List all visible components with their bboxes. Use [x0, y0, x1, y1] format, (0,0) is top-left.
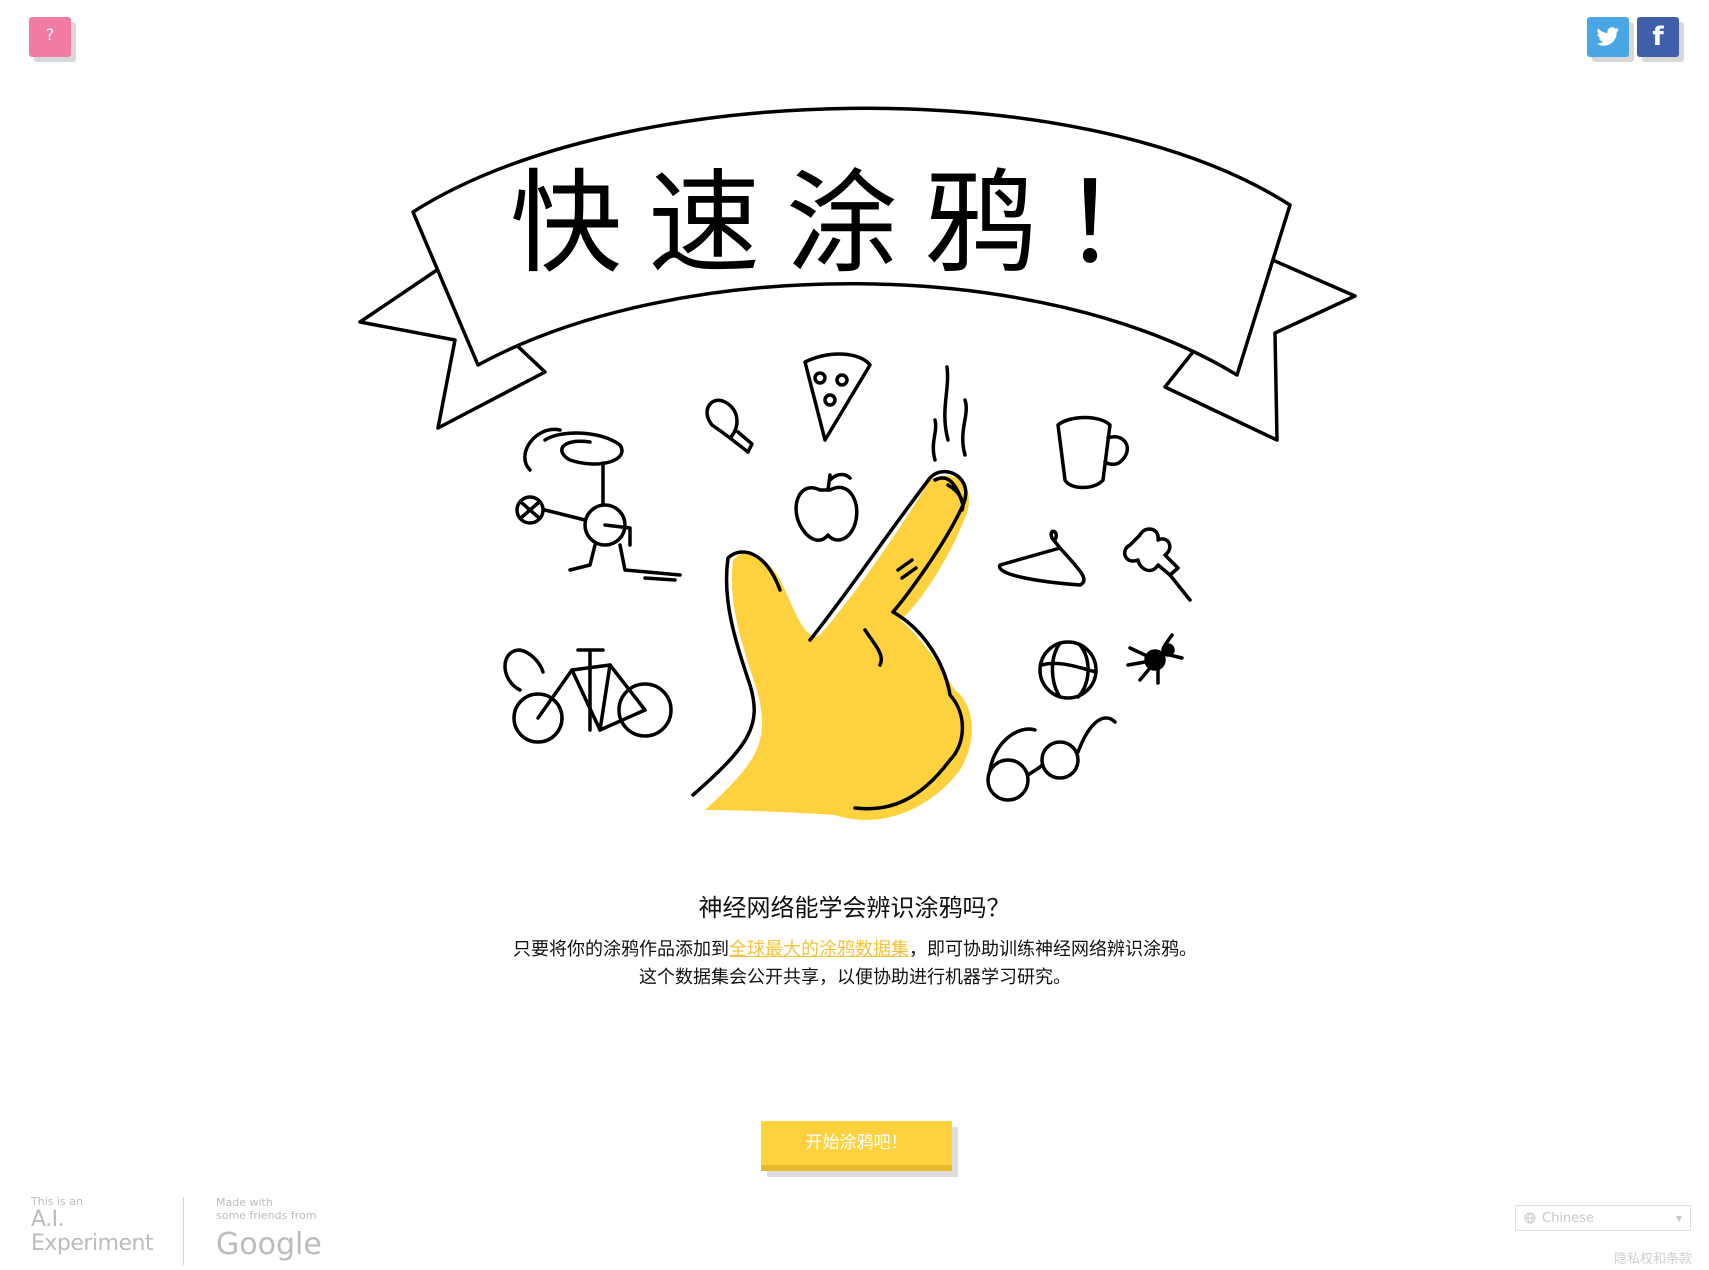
google-logo: Google: [216, 1227, 322, 1262]
language-value: Chinese: [1542, 1210, 1594, 1226]
basketball-doodle: [1038, 640, 1098, 700]
privacy-terms-link[interactable]: 隐私权和条款: [1614, 1248, 1692, 1267]
pushpin-doodle: [1122, 527, 1192, 602]
apple-doodle: [794, 472, 859, 542]
footer-divider: [183, 1197, 184, 1265]
chevron-down-icon: ▼: [1675, 1213, 1682, 1223]
glasses-doodle: [986, 716, 1117, 802]
ai-badge-line1: A.I.: [31, 1207, 65, 1232]
google-badge-small2: some friends from: [216, 1209, 317, 1222]
spider-doodle: [1126, 633, 1184, 685]
google-badge-small1: Made with: [216, 1196, 273, 1209]
ai-experiment-badge[interactable]: This is an A.I. Experiment: [31, 1196, 154, 1256]
hero-illustration: 快速涂鸦！: [358, 106, 1357, 820]
intro-description: 只要将你的涂鸦作品添加到全球最大的涂鸦数据集，即可协助训练神经网络辨识涂鸦。这个…: [505, 936, 1205, 992]
pointing-hand-icon: [691, 469, 972, 820]
bicycle-doodle: [503, 648, 673, 744]
intro-desc-before: 只要将你的涂鸦作品添加到: [513, 939, 729, 960]
hero-title: 快速涂鸦！: [510, 159, 1200, 289]
stick-figure-doodle: [515, 427, 682, 582]
hanger-doodle: [998, 529, 1086, 587]
intro-headline: 神经网络能学会辨识涂鸦吗？: [698, 894, 1011, 922]
dataset-link[interactable]: 全球最大的涂鸦数据集: [729, 939, 909, 960]
language-select[interactable]: Chinese ▼: [1515, 1205, 1691, 1231]
start-drawing-button[interactable]: 开始涂鸦吧！: [761, 1121, 952, 1171]
google-badge[interactable]: Made with some friends from Google: [216, 1196, 322, 1264]
ai-badge-line2: Experiment: [31, 1231, 154, 1256]
lightbulb-doodle: [705, 398, 754, 454]
globe-icon: [1524, 1212, 1536, 1224]
mug-doodle: [1056, 415, 1130, 490]
steam-doodle: [931, 365, 968, 462]
pizza-doodle: [803, 352, 872, 442]
